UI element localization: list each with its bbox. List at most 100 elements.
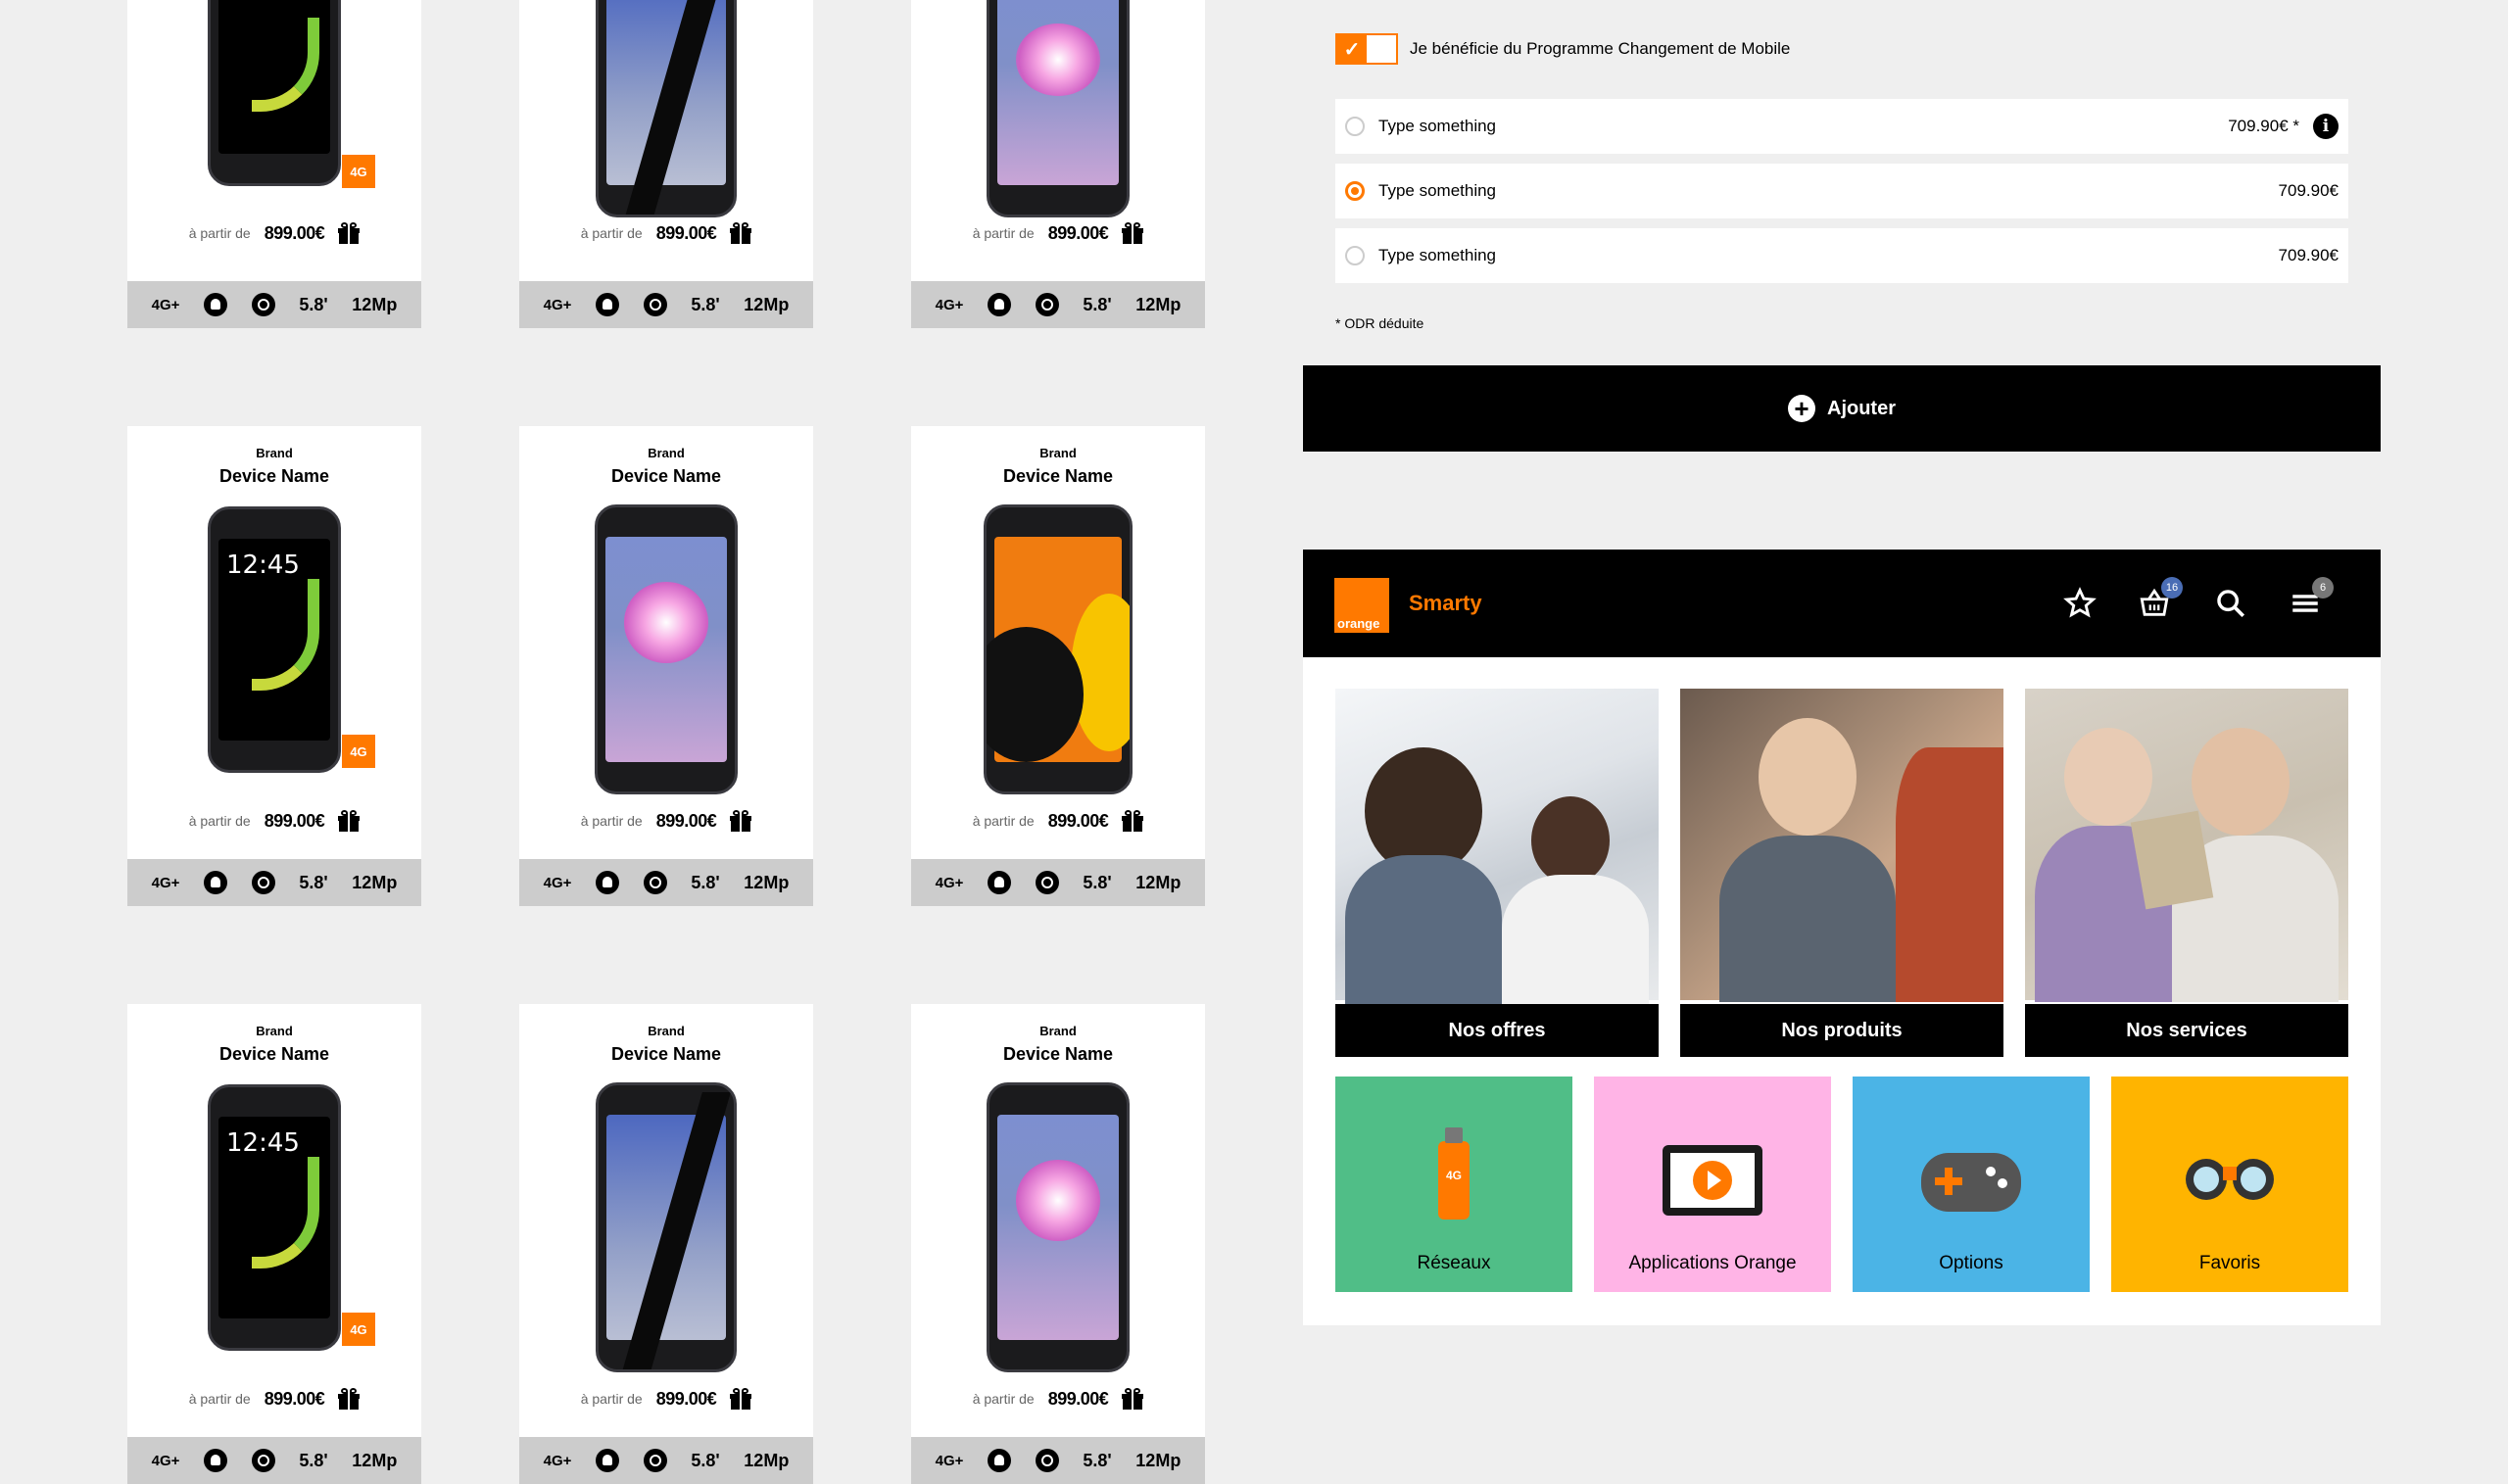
product-brand: Brand [1039,1024,1077,1038]
product-name: Device Name [610,1044,722,1064]
app-name: Smarty [1409,591,1482,615]
chrome-icon [643,1449,667,1472]
4g-badge: 4G [342,155,375,188]
program-checkbox[interactable]: ✓ [1335,33,1398,65]
phone-image: 12:45 [208,506,341,773]
navbar: orange Smarty 16 6 [1303,550,2381,657]
tile-caption: Nos services [2025,1004,2348,1057]
spec-bar: 4G+ 5.8' 12Mp [519,859,813,906]
option-label: Type something [1378,181,1497,200]
binoculars-icon [2186,1159,2274,1208]
price: 899.00€ [264,222,325,243]
product-name: Device Name [1002,466,1114,486]
spec-bar: 4G+ 5.8' 12Mp [127,1437,421,1484]
gift-icon [338,810,361,832]
tile-caption: Nos offres [1335,1004,1659,1057]
gift-icon [338,1388,361,1410]
check-icon: ✓ [1337,35,1367,63]
4g-badge: 4G [342,735,375,768]
category-label: Options [1939,1253,2003,1273]
basket-icon[interactable]: 16 [2138,577,2183,620]
product-card[interactable]: à partir de 899.00€ 4G+ 5.8' 12Mp [519,0,813,328]
option-label: Type something [1378,117,1497,135]
option-radio[interactable] [1345,181,1365,201]
option-price: 709.90€ [2278,181,2339,200]
price: 899.00€ [655,222,717,243]
product-card[interactable]: à partir de 899.00€ 4G+ 5.8' 12Mp [911,0,1205,328]
tile-nos-services[interactable]: Nos services [2025,689,2348,1057]
price: 899.00€ [1047,222,1109,243]
option-row[interactable]: Type something 709.90€ [1335,164,2348,218]
gift-icon [1122,810,1144,832]
phone-image [596,0,737,217]
menu-icon[interactable]: 6 [2289,577,2334,620]
info-icon[interactable]: i [2313,114,2339,139]
option-row[interactable]: Type something 709.90€ * i [1335,99,2348,154]
category-options[interactable]: Options [1853,1077,2090,1292]
product-name: Device Name [610,466,722,486]
android-icon [596,293,620,316]
product-name: Device Name [1002,1044,1114,1064]
chrome-icon [251,871,275,894]
spec-bar: 4G+ 5.8' 12Mp [127,859,421,906]
category-reseaux[interactable]: 4G Réseaux [1335,1077,1572,1292]
tile-nos-produits[interactable]: Nos produits [1680,689,2003,1057]
option-radio[interactable] [1345,246,1365,265]
spec-bar: 4G+ 5.8' 12Mp [127,281,421,328]
tablet-play-icon [1663,1145,1762,1216]
program-label: Je bénéficie du Programme Changement de … [1410,39,1791,58]
gift-icon [1122,1388,1144,1410]
orange-logo[interactable]: orange [1334,578,1389,633]
photo-offres [1335,689,1659,1012]
android-icon [988,1449,1012,1472]
product-name: Device Name [218,466,330,486]
android-icon [204,293,228,316]
add-button-label: Ajouter [1827,397,1896,419]
chrome-icon [251,293,275,316]
option-row[interactable]: Type something 709.90€ [1335,228,2348,283]
favorites-star-icon[interactable] [2063,587,2097,620]
chrome-icon [643,871,667,894]
product-card[interactable]: Brand Device Name à partir de 899.00€ 4G+… [911,1004,1205,1484]
spec-bar: 4G+ 5.8' 12Mp [911,1437,1205,1484]
category-favoris[interactable]: Favoris [2111,1077,2348,1292]
price: 899.00€ [1047,810,1109,831]
category-label: Applications Orange [1628,1253,1797,1273]
price-from-label: à partir de [188,225,251,241]
android-icon [596,871,620,894]
program-checkbox-row[interactable]: ✓ Je bénéficie du Programme Changement d… [1335,33,1790,65]
option-radio[interactable] [1345,117,1365,136]
price: 899.00€ [264,810,325,831]
tile-nos-offres[interactable]: Nos offres [1335,689,1659,1057]
product-name: Device Name [218,1044,330,1064]
product-card[interactable]: Brand Device Name à partir de 899.00€ 4G+… [519,426,813,906]
android-icon [204,871,228,894]
odr-note: * ODR déduite [1335,315,1424,331]
add-button[interactable]: + Ajouter [1303,365,2381,452]
option-price: 709.90€ [2278,246,2339,264]
product-card[interactable]: Brand Device Name 12:45 4G à partir de 89… [127,426,421,906]
product-brand: Brand [256,446,293,460]
android-icon [988,293,1012,316]
product-card[interactable]: Brand Device Name à partir de 899.00€ 4G+… [519,1004,813,1484]
spec-bar: 4G+ 5.8' 12Mp [911,281,1205,328]
phone-image [987,1082,1130,1372]
phone-image [984,504,1133,794]
category-label: Favoris [2198,1253,2261,1273]
4g-badge: 4G [342,1313,375,1346]
android-icon [204,1449,228,1472]
plus-circle-icon: + [1788,395,1815,422]
product-card[interactable]: Brand Device Name à partir de 899.00€ 4G+… [911,426,1205,906]
product-card[interactable]: Brand Device Name 12:45 4G à partir de 89… [127,1004,421,1484]
gift-icon [730,810,752,832]
category-applications-orange[interactable]: Applications Orange [1594,1077,1831,1292]
spec-bar: 4G+ 5.8' 12Mp [911,859,1205,906]
phone-image [595,504,738,794]
spec-bar: 4G+ 5.8' 12Mp [519,281,813,328]
app-panel: orange Smarty 16 6 Nos offres Nos produi… [1303,550,2381,1325]
photo-produits [1680,689,2003,1002]
search-icon[interactable] [2214,587,2247,620]
gift-icon [338,222,361,244]
option-label: Type something [1378,246,1497,264]
product-card[interactable]: 4G à partir de 899.00€ 4G+ 5.8' 12Mp [127,0,421,328]
